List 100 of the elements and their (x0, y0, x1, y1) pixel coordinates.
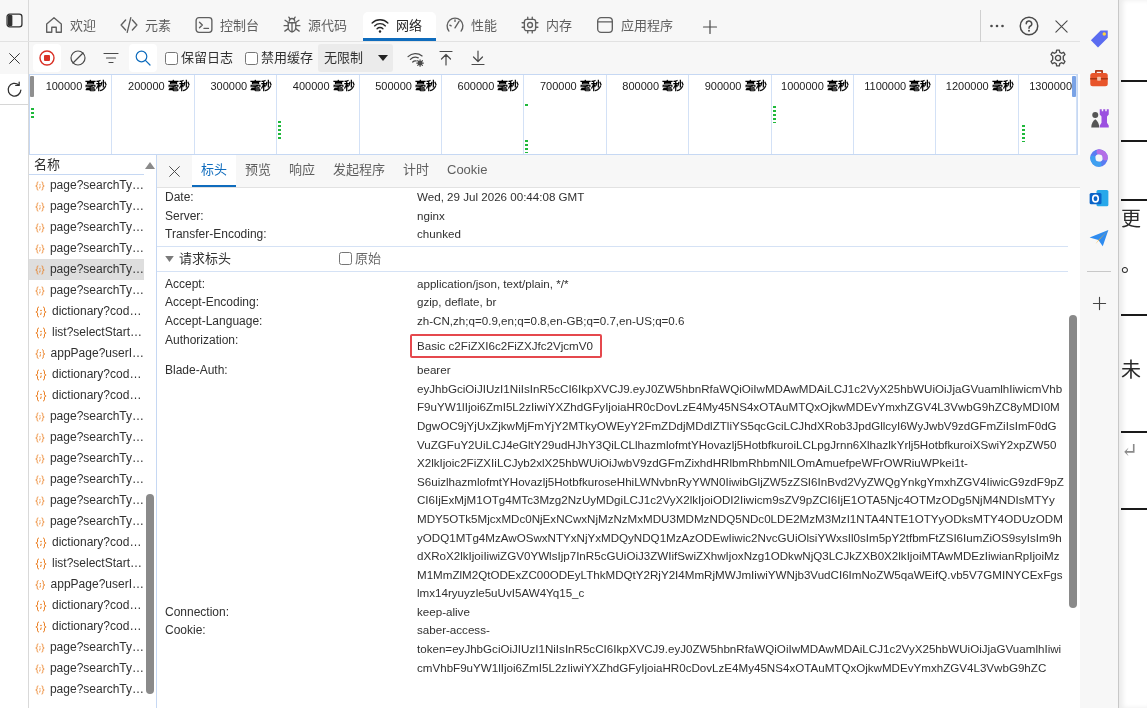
clear-icon (70, 50, 86, 66)
tab[interactable]: 元素 (112, 12, 185, 41)
header-value: gzip, deflate, br (417, 294, 498, 311)
braces-icon (35, 683, 45, 696)
time-label: 700000 毫秒 (539, 80, 602, 92)
tab[interactable]: 源代码 (275, 12, 361, 41)
close-icon (1053, 18, 1069, 34)
braces-icon (35, 221, 45, 234)
tab[interactable]: 控制台 (187, 12, 273, 41)
throttling-dropdown[interactable]: 无限制 (318, 44, 393, 72)
gauge-icon (446, 16, 464, 34)
time-label: 200000 毫秒 (128, 80, 190, 92)
header-value: Basic c2FiZXI6c2FiZXJfc2VjcmV0 (410, 333, 602, 359)
refresh-icon[interactable] (5, 80, 23, 98)
filter-icon (103, 50, 119, 66)
header-value: Wed, 29 Jul 2026 00:44:08 GMT (417, 189, 586, 205)
checkbox-label[interactable]: 保留日志 (181, 50, 233, 66)
scrollbar-thumb[interactable] (146, 494, 154, 694)
tab[interactable]: 网络 (363, 12, 436, 41)
timing-mark (31, 108, 34, 118)
tab[interactable]: 性能 (438, 12, 511, 41)
header-name: Server: (165, 207, 205, 225)
window-icon (596, 16, 614, 34)
braces-icon (35, 242, 45, 255)
header-value: zh-CN,zh;q=0.9,en;q=0.8,en-GB;q=0.7,en-US;q=0.6 (417, 312, 686, 329)
page-text: 更 (1121, 207, 1142, 231)
settings-icon (1049, 49, 1067, 67)
header-value: nginx (417, 207, 446, 224)
help-icon (1019, 16, 1039, 36)
timing-mark (773, 106, 776, 123)
time-label: 1200000 毫秒 (945, 80, 1014, 92)
braces-icon (35, 662, 45, 675)
paper-plane-icon[interactable] (1089, 228, 1109, 248)
timing-mark (525, 104, 528, 108)
close-icon[interactable] (7, 51, 21, 65)
search-button[interactable] (129, 44, 157, 72)
tab[interactable]: 标头 (192, 155, 236, 187)
scrollbar-thumb[interactable] (1069, 315, 1077, 608)
close-icon (167, 164, 181, 178)
checkbox-label[interactable]: 禁用缓存 (261, 50, 313, 66)
time-label: 600000 毫秒 (457, 80, 520, 92)
tab[interactable]: 计时 (394, 155, 438, 187)
plus-icon[interactable] (1091, 296, 1107, 311)
chess-pieces-icon[interactable] (1089, 108, 1109, 128)
braces-icon (35, 641, 45, 654)
plus-icon (702, 18, 718, 35)
header-name: Cookie: (165, 622, 207, 640)
tab[interactable]: 应用程序 (588, 12, 687, 41)
caret-icon (378, 55, 388, 61)
tab[interactable]: 响应 (280, 155, 324, 187)
tab[interactable]: 欢迎 (37, 12, 110, 41)
header-name: Authorization: (165, 331, 240, 349)
header-value: keep-alive (417, 603, 471, 620)
timing-mark (525, 140, 528, 153)
checkbox[interactable] (245, 51, 258, 65)
tab[interactable]: 预览 (236, 155, 280, 187)
braces-icon (35, 452, 45, 465)
braces-icon (35, 578, 46, 591)
triangle-icon[interactable] (165, 255, 174, 262)
header-name: Connection: (165, 603, 231, 621)
checkbox-label[interactable]: 原始 (355, 251, 381, 267)
braces-icon (35, 284, 45, 297)
page-text: ↵ (1121, 438, 1139, 462)
tag-icon[interactable] (1089, 28, 1109, 48)
record-button[interactable] (33, 44, 61, 72)
braces-icon (35, 494, 45, 507)
header-name: Blade-Auth: (165, 362, 229, 380)
header-name: Transfer-Encoding: (165, 226, 268, 244)
scroll-up-icon[interactable] (145, 162, 155, 169)
time-label: 300000 毫秒 (210, 80, 273, 92)
tab[interactable]: 发起程序 (324, 155, 394, 187)
range-handle[interactable] (1072, 76, 1076, 97)
time-label: 1000000 毫秒 (781, 80, 849, 92)
checkbox[interactable] (165, 51, 178, 65)
header-name: Accept-Encoding: (165, 294, 261, 312)
time-label: 1100000 毫秒 (864, 80, 932, 92)
upload-icon (438, 50, 454, 66)
braces-icon (35, 620, 47, 633)
checkbox[interactable] (339, 252, 352, 266)
header-value: saber-access-token=eyJhbGciOiJIUzI1NiIsInR5cCI6IkpXVCJ9.eyJ0ZW5hbnRfaWQiOiIwMDAwMDAiLCJ1c2VyX25hbWUiOiJjaGVuamlhIiwicmVhbF9uYW1lIjoi6ZmI5L2zIiwiYXZhdGFyIjoiaHR0cDovLzE4My45NS4xOTAuMTQxOjkwMDEvYmxhZGV4L3VwbG9hZC (417, 622, 1063, 676)
time-label: 900000 毫秒 (704, 80, 767, 92)
ring-icon[interactable] (1089, 148, 1109, 168)
section-title[interactable]: 请求标头 (179, 251, 231, 267)
header-name: Date: (165, 189, 195, 206)
braces-icon (35, 557, 47, 570)
request-item[interactable]: page?searchTy… (29, 259, 144, 280)
braces-icon (35, 536, 47, 549)
time-label: 500000 毫秒 (375, 80, 437, 92)
app-tile-icon[interactable] (1089, 188, 1109, 208)
header-value: application/json, text/plain, */* (417, 275, 570, 292)
time-label: 100000 毫秒 (45, 80, 108, 92)
braces-icon (35, 515, 45, 528)
toolbox-icon[interactable] (1089, 68, 1109, 88)
range-handle[interactable] (30, 76, 34, 97)
panel-toggle-icon[interactable] (5, 12, 23, 29)
braces-icon (35, 305, 47, 318)
search-icon (135, 50, 151, 66)
tab[interactable]: Cookie (438, 155, 497, 187)
tab[interactable]: 内存 (513, 12, 586, 41)
braces-icon (35, 326, 47, 339)
